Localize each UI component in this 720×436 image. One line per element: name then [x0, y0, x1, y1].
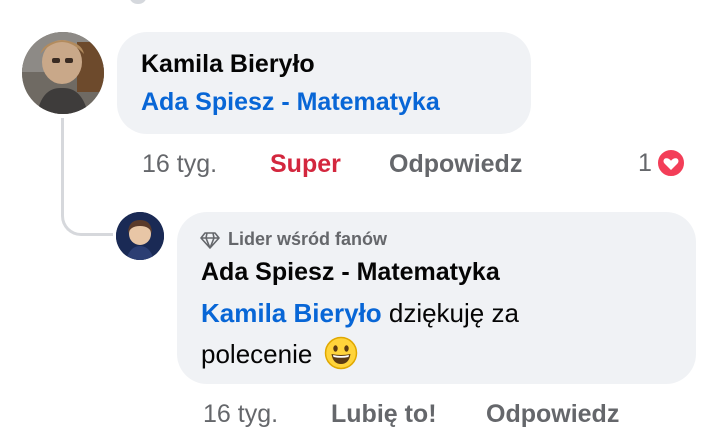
reply-author[interactable]: Ada Spiesz - Matematyka	[201, 258, 500, 287]
thread-connector-line	[61, 118, 113, 236]
reply-text-line-1: Kamila Bieryło dziękuję za	[201, 293, 519, 333]
previous-item-edge	[130, 0, 146, 4]
diamond-icon	[200, 231, 220, 249]
smiley-icon	[324, 336, 358, 370]
comment-time[interactable]: 16 tyg.	[142, 150, 217, 179]
heart-icon	[655, 148, 686, 178]
avatar-image	[22, 32, 104, 114]
avatar-kamila[interactable]	[22, 32, 104, 114]
reply-button[interactable]: Odpowiedz	[486, 400, 619, 429]
mention-link[interactable]: Kamila Bieryło	[201, 298, 382, 328]
like-button[interactable]: Lubię to!	[331, 400, 437, 429]
reply-button[interactable]: Odpowiedz	[389, 150, 522, 179]
reply-time[interactable]: 16 tyg.	[203, 400, 278, 429]
reaction-count: 1	[638, 148, 652, 177]
comment-author[interactable]: Kamila Bieryło	[141, 50, 315, 79]
reply-text-line-2: polecenie	[201, 334, 358, 374]
comment-link-text[interactable]: Ada Spiesz - Matematyka	[141, 88, 440, 117]
top-fan-badge[interactable]: Lider wśród fanów	[200, 229, 387, 250]
badge-label: Lider wśród fanów	[228, 229, 388, 249]
avatar-image	[116, 212, 164, 260]
super-reaction-button[interactable]: Super	[270, 150, 341, 179]
comment-bubble	[117, 32, 531, 134]
reaction-summary[interactable]: 1	[638, 148, 686, 178]
reply-text-part: polecenie	[201, 339, 313, 369]
avatar-ada[interactable]	[116, 212, 164, 260]
reply-text-part: dziękuję za	[381, 298, 519, 328]
